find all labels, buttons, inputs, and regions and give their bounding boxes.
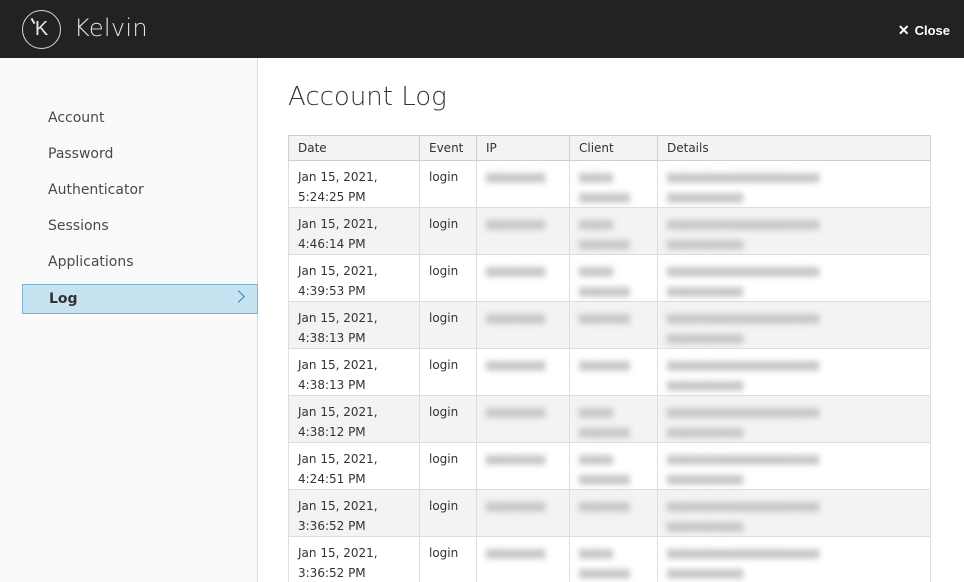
chevron-right-icon [232, 290, 245, 303]
event-cell: login [419, 395, 477, 443]
event-cell: login [419, 301, 477, 349]
sidebar-item-authenticator[interactable]: Authenticator [22, 172, 258, 208]
details-cell-redacted: ▆▆▆▆▆▆▆▆▆▆▆▆▆▆▆▆▆▆ ▆▆▆▆▆▆▆▆▆ [657, 254, 931, 302]
table-row: Jan 15, 2021, 4:38:13 PM login ▆▆▆▆▆▆▆ ▆▆… [288, 348, 931, 396]
details-cell-redacted: ▆▆▆▆▆▆▆▆▆▆▆▆▆▆▆▆▆▆ ▆▆▆▆▆▆▆▆▆ [657, 348, 931, 396]
ip-cell-redacted: ▆▆▆▆▆▆▆ [476, 207, 570, 255]
column-header-client[interactable]: Client [569, 135, 658, 161]
table-row: Jan 15, 2021, 4:24:51 PM login ▆▆▆▆▆▆▆ ▆▆… [288, 442, 931, 490]
account-log-table: Date Event IP Client Details Jan 15, 202… [288, 135, 931, 582]
date-cell: Jan 15, 2021, 4:24:51 PM [288, 442, 420, 490]
ip-cell-redacted: ▆▆▆▆▆▆▆ [476, 442, 570, 490]
sidebar-item-sessions[interactable]: Sessions [22, 208, 258, 244]
sidebar-item-label: Password [48, 146, 114, 162]
column-header-date[interactable]: Date [288, 135, 420, 161]
table-row: Jan 15, 2021, 4:39:53 PM login ▆▆▆▆▆▆▆ ▆▆… [288, 254, 931, 302]
page-title: Account Log [288, 82, 447, 112]
table-row: Jan 15, 2021, 5:24:25 PM login ▆▆▆▆▆▆▆ ▆▆… [288, 160, 931, 208]
sidebar-item-label: Account [48, 110, 105, 126]
main-content: Account Log Date Event IP Client Details… [259, 58, 964, 582]
details-cell-redacted: ▆▆▆▆▆▆▆▆▆▆▆▆▆▆▆▆▆▆ ▆▆▆▆▆▆▆▆▆ [657, 207, 931, 255]
details-cell-redacted: ▆▆▆▆▆▆▆▆▆▆▆▆▆▆▆▆▆▆ ▆▆▆▆▆▆▆▆▆ [657, 489, 931, 537]
client-cell-redacted: ▆▆▆▆ ▆▆▆▆▆▆ [569, 254, 658, 302]
client-cell-redacted: ▆▆▆▆ ▆▆▆▆▆▆ [569, 536, 658, 582]
sidebar-item-applications[interactable]: Applications [22, 244, 258, 280]
client-cell-redacted: ▆▆▆▆▆▆ [569, 489, 658, 537]
sidebar-item-account[interactable]: Account [22, 100, 258, 136]
ip-cell-redacted: ▆▆▆▆▆▆▆ [476, 160, 570, 208]
details-cell-redacted: ▆▆▆▆▆▆▆▆▆▆▆▆▆▆▆▆▆▆ ▆▆▆▆▆▆▆▆▆ [657, 442, 931, 490]
date-cell: Jan 15, 2021, 4:38:12 PM [288, 395, 420, 443]
close-button[interactable]: ✕ Close [898, 22, 950, 39]
event-cell: login [419, 489, 477, 537]
ip-cell-redacted: ▆▆▆▆▆▆▆ [476, 489, 570, 537]
table-row: Jan 15, 2021, 3:36:52 PM login ▆▆▆▆▆▆▆ ▆▆… [288, 489, 931, 537]
client-cell-redacted: ▆▆▆▆▆▆ [569, 348, 658, 396]
date-cell: Jan 15, 2021, 4:38:13 PM [288, 348, 420, 396]
brand-name: Kelvin [74, 14, 148, 42]
ip-cell-redacted: ▆▆▆▆▆▆▆ [476, 536, 570, 582]
client-cell-redacted: ▆▆▆▆ ▆▆▆▆▆▆ [569, 442, 658, 490]
ip-cell-redacted: ▆▆▆▆▆▆▆ [476, 395, 570, 443]
table-row: Jan 15, 2021, 4:38:13 PM login ▆▆▆▆▆▆▆ ▆▆… [288, 301, 931, 349]
details-cell-redacted: ▆▆▆▆▆▆▆▆▆▆▆▆▆▆▆▆▆▆ ▆▆▆▆▆▆▆▆▆ [657, 395, 931, 443]
ip-cell-redacted: ▆▆▆▆▆▆▆ [476, 301, 570, 349]
client-cell-redacted: ▆▆▆▆ ▆▆▆▆▆▆ [569, 207, 658, 255]
column-header-details[interactable]: Details [657, 135, 931, 161]
table-header-row: Date Event IP Client Details [288, 135, 931, 161]
close-icon: ✕ [897, 22, 910, 38]
event-cell: login [419, 254, 477, 302]
close-label: Close [914, 23, 950, 38]
event-cell: login [419, 442, 477, 490]
sidebar: Account Password Authenticator Sessions … [0, 58, 258, 582]
details-cell-redacted: ▆▆▆▆▆▆▆▆▆▆▆▆▆▆▆▆▆▆ ▆▆▆▆▆▆▆▆▆ [657, 536, 931, 582]
sidebar-nav: Account Password Authenticator Sessions … [22, 100, 258, 314]
details-cell-redacted: ▆▆▆▆▆▆▆▆▆▆▆▆▆▆▆▆▆▆ ▆▆▆▆▆▆▆▆▆ [657, 301, 931, 349]
date-cell: Jan 15, 2021, 4:39:53 PM [288, 254, 420, 302]
event-cell: login [419, 160, 477, 208]
client-cell-redacted: ▆▆▆▆ ▆▆▆▆▆▆ [569, 395, 658, 443]
kelvin-logo: K [22, 10, 61, 49]
ip-cell-redacted: ▆▆▆▆▆▆▆ [476, 348, 570, 396]
event-cell: login [419, 348, 477, 396]
table-row: Jan 15, 2021, 3:36:52 PM login ▆▆▆▆▆▆▆ ▆▆… [288, 536, 931, 582]
table-row: Jan 15, 2021, 4:38:12 PM login ▆▆▆▆▆▆▆ ▆▆… [288, 395, 931, 443]
sidebar-item-label: Sessions [48, 218, 109, 234]
sidebar-item-label: Log [49, 291, 78, 307]
top-bar: K Kelvin ✕ Close [0, 0, 964, 58]
date-cell: Jan 15, 2021, 4:46:14 PM [288, 207, 420, 255]
client-cell-redacted: ▆▆▆▆ ▆▆▆▆▆▆ [569, 160, 658, 208]
sidebar-item-log[interactable]: Log [22, 284, 258, 314]
details-cell-redacted: ▆▆▆▆▆▆▆▆▆▆▆▆▆▆▆▆▆▆ ▆▆▆▆▆▆▆▆▆ [657, 160, 931, 208]
event-cell: login [419, 207, 477, 255]
date-cell: Jan 15, 2021, 3:36:52 PM [288, 489, 420, 537]
event-cell: login [419, 536, 477, 582]
sidebar-item-password[interactable]: Password [22, 136, 258, 172]
sidebar-item-label: Applications [48, 254, 134, 270]
client-cell-redacted: ▆▆▆▆▆▆ [569, 301, 658, 349]
sidebar-item-label: Authenticator [48, 182, 144, 198]
logo-letter: K [34, 18, 49, 40]
column-header-event[interactable]: Event [419, 135, 477, 161]
date-cell: Jan 15, 2021, 4:38:13 PM [288, 301, 420, 349]
date-cell: Jan 15, 2021, 5:24:25 PM [288, 160, 420, 208]
column-header-ip[interactable]: IP [476, 135, 570, 161]
table-row: Jan 15, 2021, 4:46:14 PM login ▆▆▆▆▆▆▆ ▆▆… [288, 207, 931, 255]
ip-cell-redacted: ▆▆▆▆▆▆▆ [476, 254, 570, 302]
date-cell: Jan 15, 2021, 3:36:52 PM [288, 536, 420, 582]
